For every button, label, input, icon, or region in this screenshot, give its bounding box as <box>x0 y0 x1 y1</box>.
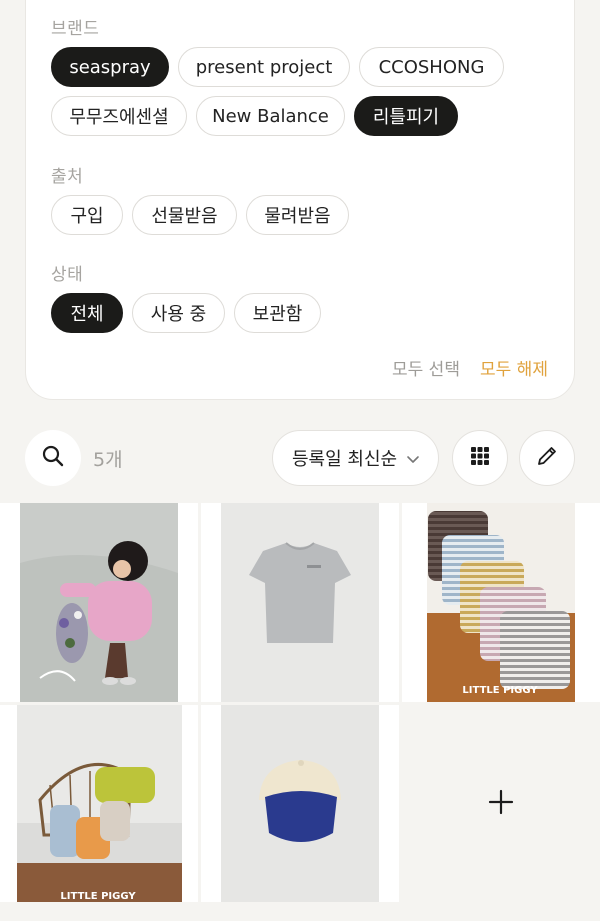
item-photo-3[interactable]: LITTLE PIGGY <box>402 503 600 702</box>
chip-status-all[interactable]: 전체 <box>51 293 123 333</box>
item-count: 5개 <box>93 449 123 471</box>
item-photo-1[interactable] <box>0 503 198 702</box>
sort-dropdown[interactable]: 등록일 최신순 <box>272 430 439 486</box>
chip-source-handed-down[interactable]: 물려받음 <box>246 195 349 235</box>
chip-brand-ccoshong[interactable]: CCOSHONG <box>359 47 504 87</box>
chip-brand-seaspray[interactable]: seaspray <box>51 47 169 87</box>
chip-brand-little-piggy[interactable]: 리틀피기 <box>354 96 458 136</box>
sort-label: 등록일 최신순 <box>292 449 398 470</box>
plus-icon <box>488 789 514 819</box>
grid-icon <box>470 446 490 470</box>
chip-brand-new-balance[interactable]: New Balance <box>196 96 345 136</box>
grey-tshirt-image <box>221 503 379 702</box>
basket-clothes-image: LITTLE PIGGY <box>17 705 182 902</box>
add-item-button[interactable] <box>402 705 600 902</box>
chip-status-in-use[interactable]: 사용 중 <box>132 293 225 333</box>
chip-source-gift[interactable]: 선물받음 <box>132 195 237 235</box>
source-section-label: 출처 <box>51 167 84 187</box>
select-all-button[interactable]: 모두 선택 <box>392 355 460 380</box>
blue-cap-image <box>221 705 379 902</box>
chevron-down-icon <box>406 451 420 472</box>
little-piggy-watermark: LITTLE PIGGY <box>60 891 136 902</box>
chip-brand-mumuz-essential[interactable]: 무무즈에센셜 <box>51 96 187 136</box>
child-pink-sweater-image <box>20 503 178 702</box>
chip-status-storage[interactable]: 보관함 <box>234 293 321 333</box>
grid-view-button[interactable] <box>452 430 508 486</box>
search-icon <box>41 444 65 472</box>
pencil-icon <box>535 444 559 472</box>
edit-button[interactable] <box>519 430 575 486</box>
clear-all-button[interactable]: 모두 해제 <box>480 355 548 380</box>
item-photo-2[interactable] <box>201 503 399 702</box>
search-button[interactable] <box>25 430 81 486</box>
chip-source-purchased[interactable]: 구입 <box>51 195 123 235</box>
item-photo-4[interactable]: LITTLE PIGGY <box>0 705 198 902</box>
little-piggy-watermark: LITTLE PIGGY <box>462 685 538 696</box>
item-photo-5[interactable] <box>201 705 399 902</box>
status-section-label: 상태 <box>51 265 84 285</box>
chip-brand-present-project[interactable]: present project <box>178 47 350 87</box>
brand-section-label: 브랜드 <box>51 19 100 39</box>
striped-shirts-image: LITTLE PIGGY <box>427 503 575 702</box>
